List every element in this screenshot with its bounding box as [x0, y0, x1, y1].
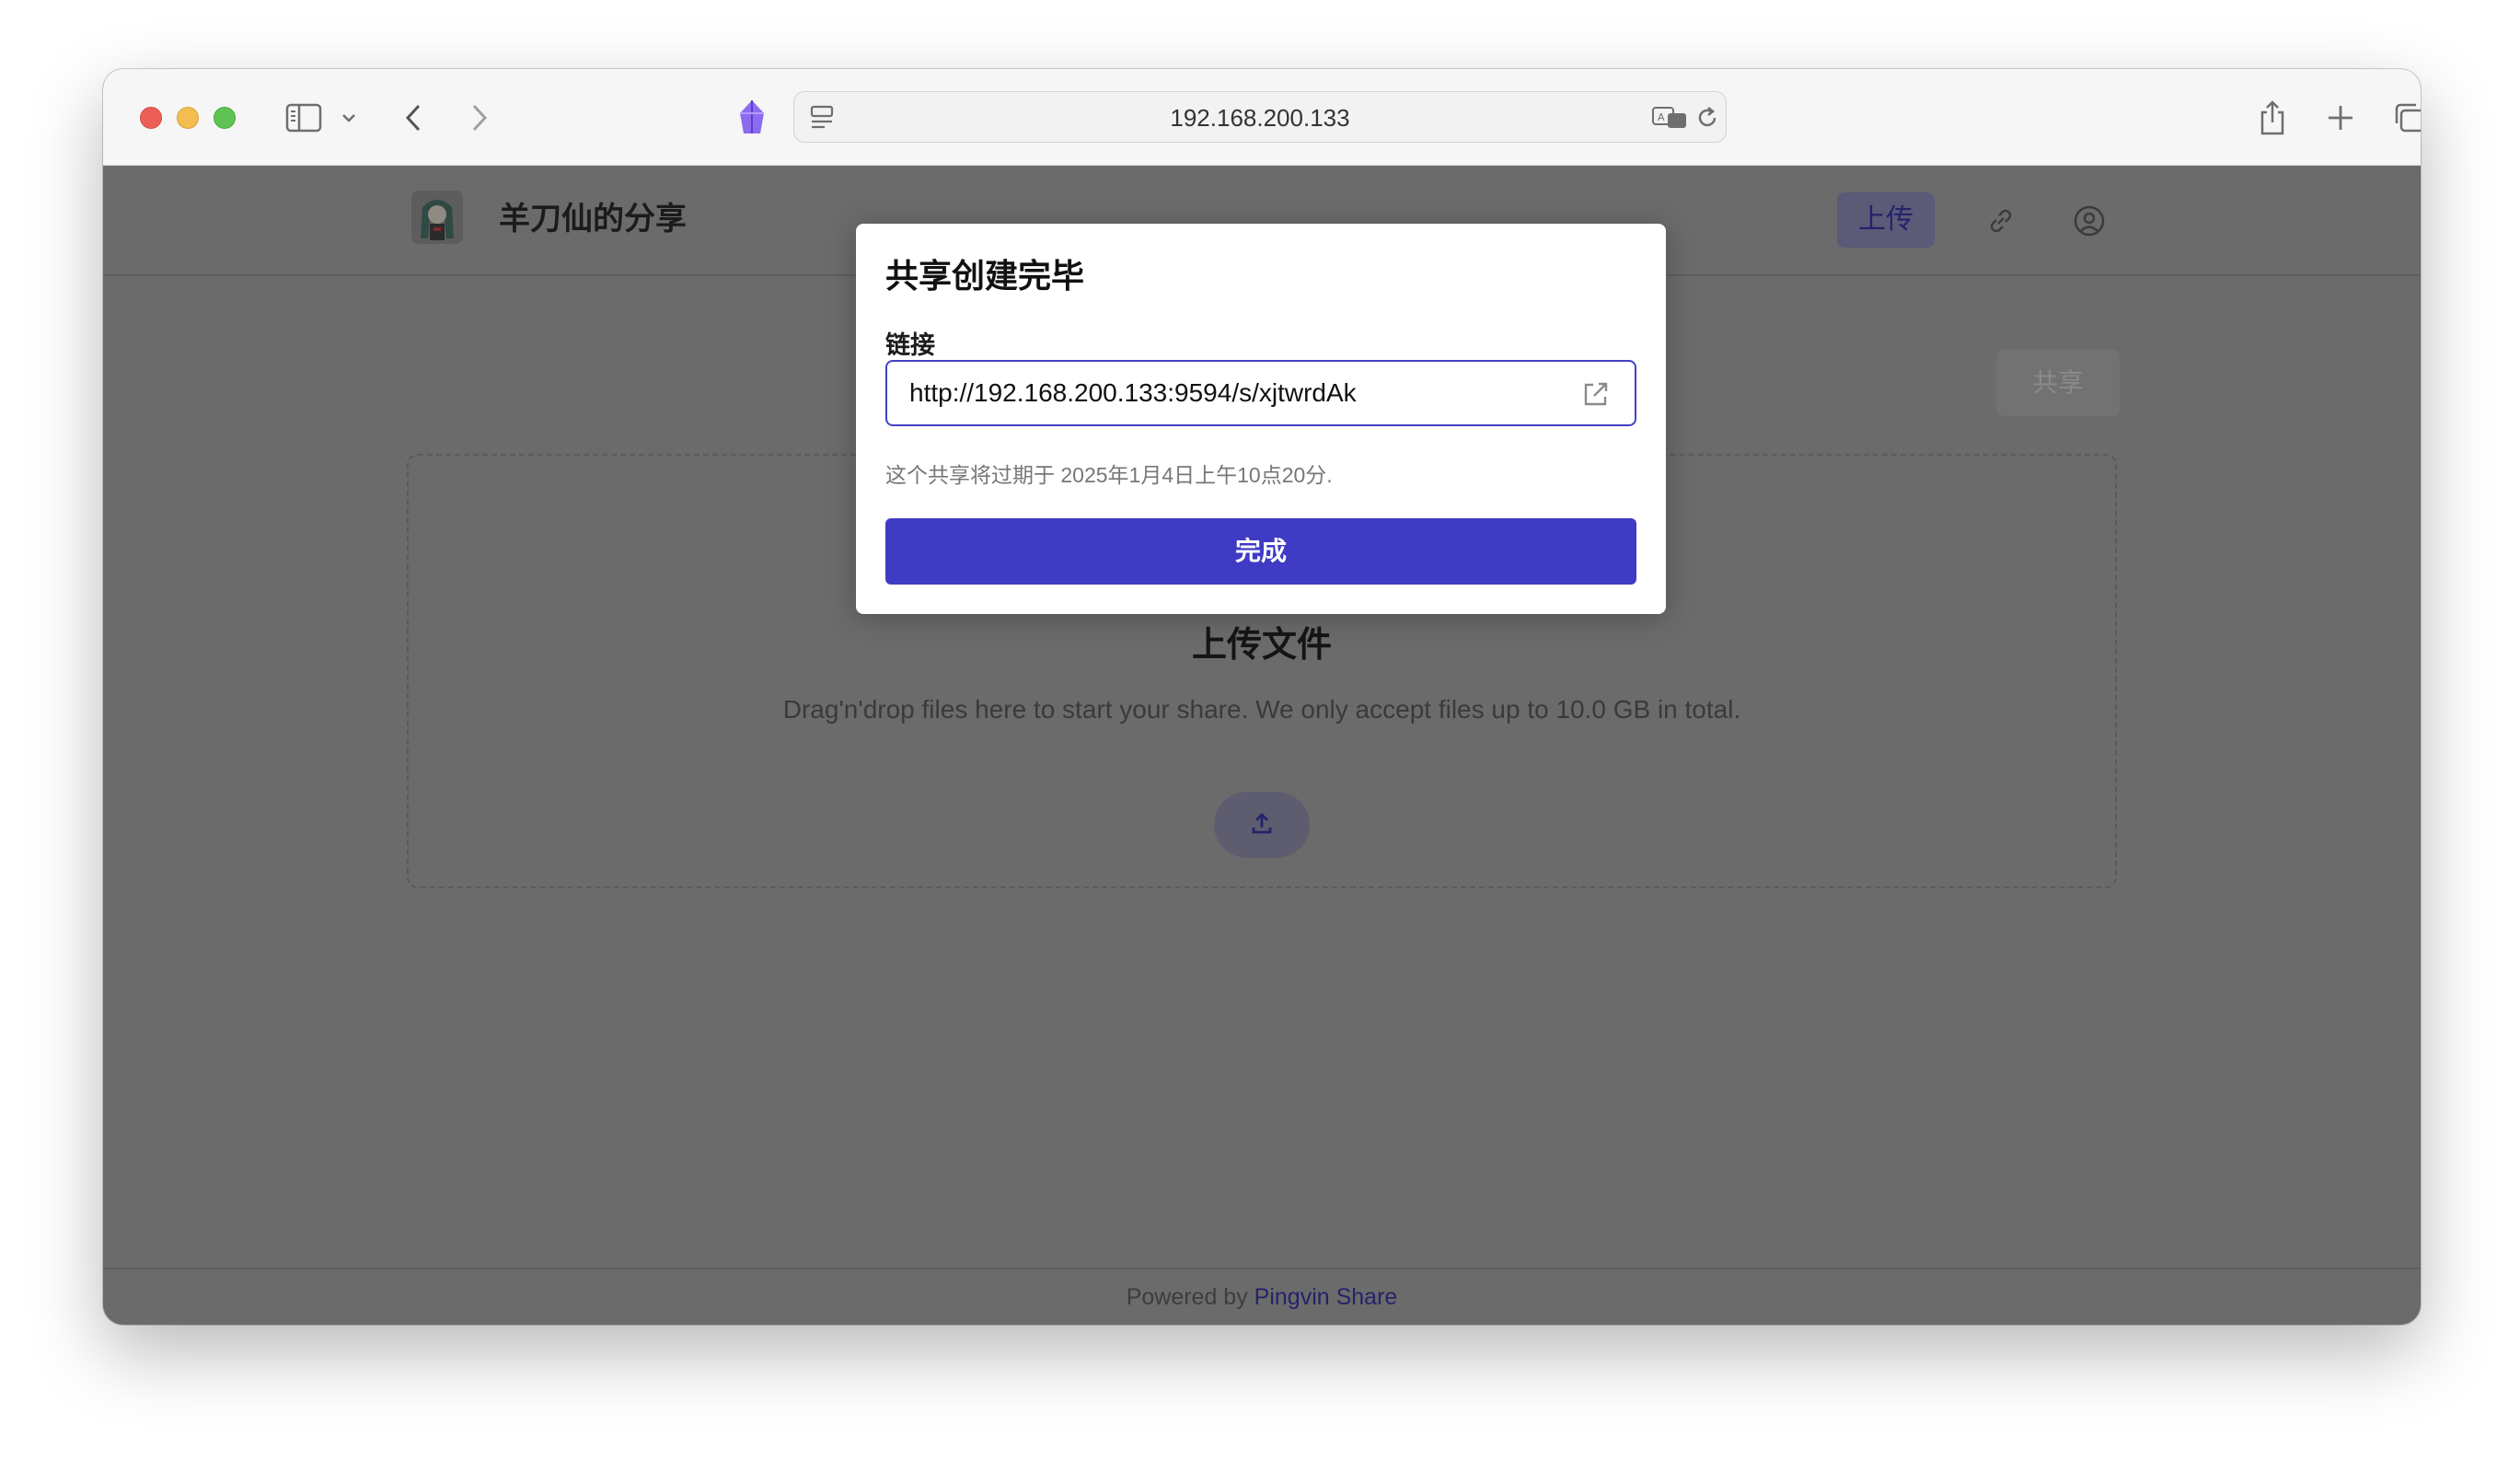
done-button[interactable]: 完成 — [885, 518, 1636, 585]
link-label: 链接 — [885, 331, 935, 359]
address-text[interactable]: 192.168.200.133 — [794, 92, 1726, 144]
zoom-window-button[interactable] — [214, 107, 236, 129]
sidebar-icon[interactable] — [283, 97, 324, 139]
footer-pingvin-link[interactable]: Pingvin Share — [1254, 1284, 1398, 1310]
tab-overview-icon[interactable] — [2391, 97, 2421, 139]
footer-prefix: Powered by — [1126, 1284, 1254, 1310]
share-link-input[interactable] — [885, 360, 1636, 426]
minimize-window-button[interactable] — [177, 107, 199, 129]
extension-icon[interactable] — [734, 97, 770, 139]
upload-nav-button[interactable]: 上传 — [1837, 192, 1935, 248]
share-button[interactable]: 共享 — [1996, 350, 2120, 416]
share-icon[interactable] — [2257, 97, 2288, 139]
modal-title: 共享创建完毕 — [885, 257, 1085, 295]
upload-icon — [1250, 811, 1274, 840]
svg-text:A: A — [1658, 111, 1665, 123]
dropzone-title: 上传文件 — [1191, 626, 1332, 665]
address-bar[interactable]: 192.168.200.133 A — [793, 91, 1727, 143]
forward-icon[interactable] — [466, 97, 493, 139]
close-window-button[interactable] — [140, 107, 162, 129]
dropzone-description: Drag'n'drop files here to start your sha… — [782, 695, 1741, 724]
browser-toolbar: 192.168.200.133 A — [103, 69, 2421, 166]
back-icon[interactable] — [399, 97, 427, 139]
reload-icon[interactable] — [1693, 97, 1722, 139]
new-tab-icon[interactable] — [2325, 97, 2356, 139]
chevron-down-icon[interactable] — [339, 97, 359, 139]
external-link-icon[interactable] — [1580, 378, 1612, 410]
page-footer: Powered by Pingvin Share — [103, 1268, 2421, 1325]
expiration-text: 这个共享将过期于 2025年1月4日上午10点20分. — [885, 463, 1333, 487]
user-account-icon[interactable] — [2069, 201, 2110, 241]
translate-icon[interactable]: A — [1650, 97, 1689, 139]
site-title[interactable]: 羊刀仙的分享 — [499, 193, 687, 238]
share-created-modal: 共享创建完毕 链接 这个共享将过期于 2025年1月4日上午10点20分. 完成 — [856, 224, 1666, 614]
link-icon[interactable] — [1981, 201, 2021, 241]
site-logo[interactable] — [411, 191, 463, 244]
browser-window: 192.168.200.133 A 羊刀仙的分享 上传 共享 上传文件 Drag… — [103, 69, 2421, 1325]
upload-button[interactable] — [1214, 792, 1310, 858]
